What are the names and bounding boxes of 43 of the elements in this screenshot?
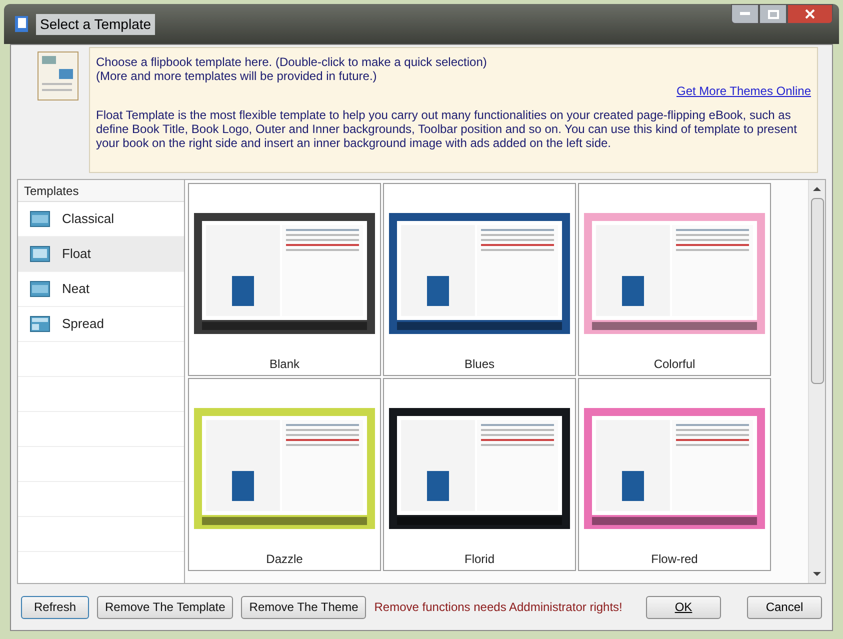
warning-text: Remove functions needs Addministrator rights!	[374, 599, 622, 616]
template-card[interactable]: Blues	[383, 183, 576, 376]
template-list-item[interactable]: Spread	[18, 307, 184, 342]
maximize-icon	[768, 10, 778, 18]
template-card[interactable]: Blank	[188, 183, 381, 376]
template-card[interactable]: Florid	[383, 378, 576, 571]
template-card[interactable]: Colorful	[578, 183, 771, 376]
info-text: Choose a flipbook template here. (Double-click to make a quick selection)	[96, 55, 488, 69]
layout-icon	[30, 281, 50, 297]
close-button[interactable]	[787, 4, 833, 24]
layout-icon	[30, 246, 50, 262]
template-name: Blues	[464, 356, 495, 373]
footer-button[interactable]: Remove The Theme	[241, 596, 366, 618]
scroll-thumb[interactable]	[810, 198, 824, 384]
maximize-button[interactable]	[759, 4, 787, 24]
minimize-button[interactable]	[731, 4, 759, 24]
template-description: Float Template is the most flexible template to help you carry out many functionalities on your created page-flipping eBook, such as define Book Title, Book Logo, Outer and Inner backgrounds, Toolbar position and so on. You can use this kind of template to present your book on the right side and insert an inner background image with ads added on the left side.	[96, 108, 798, 150]
scroll-up-icon	[813, 186, 821, 192]
footer-button[interactable]: Remove The Template	[97, 596, 234, 618]
template-card[interactable]: Flow-red	[578, 378, 771, 571]
list-header: Templates	[18, 180, 184, 202]
cancel-button[interactable]: Cancel	[747, 596, 822, 618]
themes-link[interactable]: Get More Themes Online	[676, 84, 811, 98]
ok-button[interactable]: OK	[646, 596, 721, 618]
template-list-item[interactable]: Float	[18, 237, 184, 272]
layout-icon	[30, 211, 50, 227]
document-icon	[37, 51, 79, 101]
window-title: Select a Template	[36, 14, 156, 34]
scrollbar[interactable]	[808, 180, 825, 583]
template-list-item[interactable]: Neat	[18, 272, 184, 307]
template-name: Blank	[269, 356, 300, 373]
template-name: Dazzle	[266, 551, 303, 568]
footer-button[interactable]: Refresh	[21, 596, 89, 618]
close-icon	[805, 9, 815, 19]
layout-icon	[30, 316, 50, 332]
info-text: (More and more templates will be provided in future.)	[96, 69, 378, 83]
scroll-down-icon	[813, 571, 821, 577]
minimize-icon	[740, 12, 750, 16]
template-name: Flow-red	[651, 551, 698, 568]
template-name: Florid	[464, 551, 494, 568]
book-icon	[14, 15, 30, 33]
template-card[interactable]: Dazzle	[188, 378, 381, 571]
template-name: Colorful	[654, 356, 696, 373]
